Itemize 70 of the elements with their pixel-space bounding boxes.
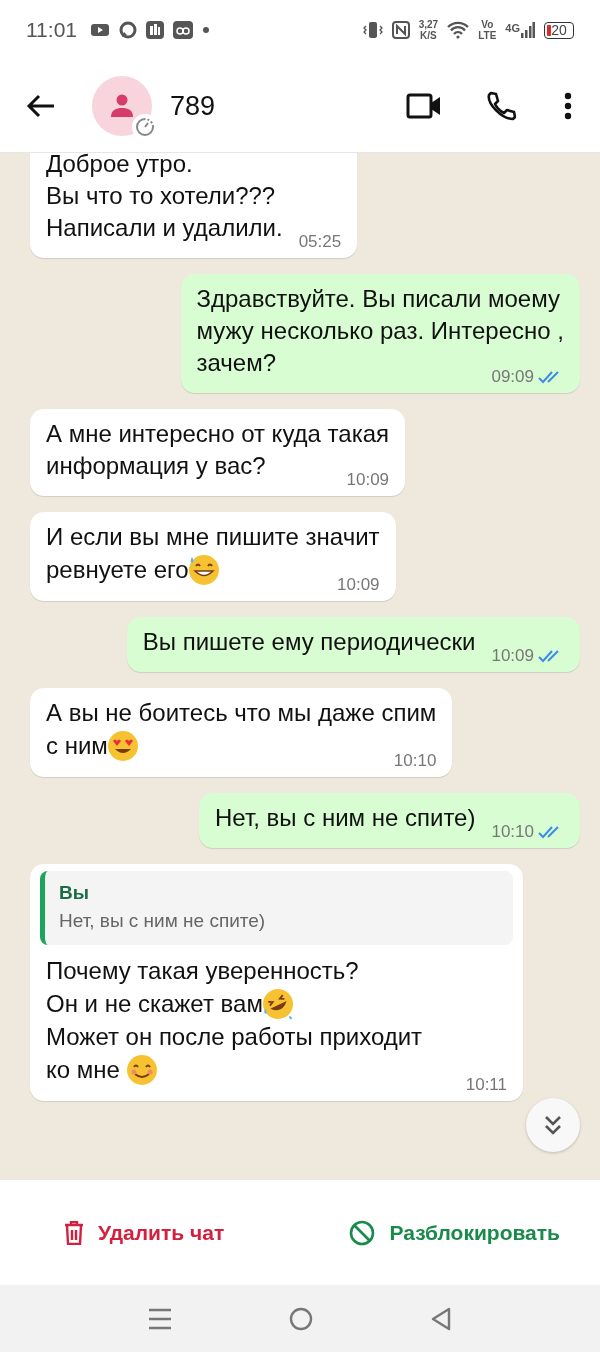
message-text: с ним xyxy=(46,731,108,761)
message-bubble[interactable]: Вы Нет, вы с ним не спите) Почему такая уверенность? Он и не скажет вам Может он после работы приходит ко мне 10:11 xyxy=(30,864,523,1101)
emoji-laughing-icon xyxy=(260,987,295,1021)
emoji-heart-eyes-icon xyxy=(105,729,140,763)
message-time: 10:09 xyxy=(337,575,380,595)
message-time: 10:10 xyxy=(393,751,437,771)
message-bubble[interactable]: А вы не боитесь что мы даже спим с ним 10:10 xyxy=(30,688,453,777)
message-bubble[interactable]: Здравствуйте. Вы писали моему мужу несколько раз. Интересно , зачем? 09:09 xyxy=(180,274,580,393)
status-time: 11:01 xyxy=(26,18,77,42)
message-text: Он и не скажет вам xyxy=(46,989,263,1019)
network-speed: 3,27 K/S xyxy=(418,19,439,41)
message-text: Вы пишете ему периодически xyxy=(142,627,476,657)
message-text: мужу несколько раз. Интересно , xyxy=(196,316,564,346)
wifi-icon xyxy=(447,21,470,39)
message-time: 10:10 xyxy=(491,822,534,842)
message-text: Доброе утро. xyxy=(46,153,193,179)
scroll-down-button[interactable] xyxy=(526,1098,580,1152)
message-text: И если вы мне пишите значит xyxy=(46,522,380,552)
message-text: Может он после работы приходит xyxy=(46,1022,423,1052)
nfc-icon xyxy=(391,21,410,39)
network-type: 4G xyxy=(505,22,520,34)
vibrate-icon xyxy=(362,21,383,39)
message-bubble[interactable]: А мне интересно от куда такая информация у вас? 10:09 xyxy=(30,409,406,496)
message-text: Вы что то хотели??? xyxy=(46,181,276,211)
message-text: зачем? xyxy=(196,348,277,378)
message-bubble[interactable]: Доброе утро. Вы что то хотели??? Написали и удалили. 05:25 xyxy=(30,153,358,258)
video-call-icon[interactable] xyxy=(406,92,442,120)
phone-icon[interactable] xyxy=(484,90,516,122)
message-text: Нет, вы с ним не спите) xyxy=(215,803,476,833)
message-time: 09:09 xyxy=(491,367,534,387)
message-time: 10:09 xyxy=(346,470,390,490)
quote-text: Нет, вы с ним не спите) xyxy=(59,909,267,933)
more-options-icon[interactable] xyxy=(564,92,572,120)
message-time: 05:25 xyxy=(298,232,342,252)
message-time: 10:09 xyxy=(491,646,534,666)
message-text: Почему такая уверенность? xyxy=(46,956,359,986)
battery-indicator: 20 xyxy=(544,21,574,39)
message-text: информация у вас? xyxy=(46,451,266,481)
message-text: ревнуете его xyxy=(46,555,189,585)
signal-icon xyxy=(521,22,535,38)
volte-indicator: Vo LTE xyxy=(478,19,497,41)
message-bubble[interactable]: Вы пишете ему периодически 10:09 xyxy=(126,617,580,672)
person-icon xyxy=(109,94,135,118)
message-text: Написали и удалили. xyxy=(46,213,283,243)
delete-chat-button[interactable]: Удалить чат xyxy=(60,1212,229,1253)
message-bubble[interactable]: И если вы мне пишите значит ревнуете его 10:09 xyxy=(30,512,396,601)
unblock-button[interactable]: Разблокировать xyxy=(345,1211,564,1254)
trash-icon xyxy=(64,1220,84,1245)
message-text: Здравствуйте. Вы писали моему xyxy=(196,284,560,314)
emoji-sweat-smile-icon xyxy=(186,553,221,587)
back-icon[interactable] xyxy=(429,1306,452,1331)
dot-icon xyxy=(202,26,210,34)
home-icon[interactable] xyxy=(289,1306,313,1331)
recent-apps-icon[interactable] xyxy=(148,1307,173,1330)
chat-app-icon xyxy=(119,21,137,39)
message-bubble[interactable]: Нет, вы с ним не спите) 10:10 xyxy=(199,793,580,848)
double-chevron-down-icon xyxy=(543,1114,563,1136)
message-text: ко мне xyxy=(46,1055,121,1085)
message-text: А вы не боитесь что мы даже спим xyxy=(46,698,437,728)
emoji-smile-icon xyxy=(124,1053,159,1087)
block-icon xyxy=(349,1219,376,1246)
contact-name[interactable]: 789 xyxy=(170,90,216,122)
back-arrow-icon[interactable] xyxy=(26,94,56,118)
quote-author: Вы xyxy=(59,881,90,905)
message-text: А мне интересно от куда такая xyxy=(46,419,390,449)
quoted-message[interactable]: Вы Нет, вы с ним не спите) xyxy=(40,871,513,945)
app-icon xyxy=(146,21,164,39)
shop-app-icon xyxy=(173,21,193,39)
video-app-icon xyxy=(90,22,110,38)
message-time: 10:11 xyxy=(465,1075,507,1095)
